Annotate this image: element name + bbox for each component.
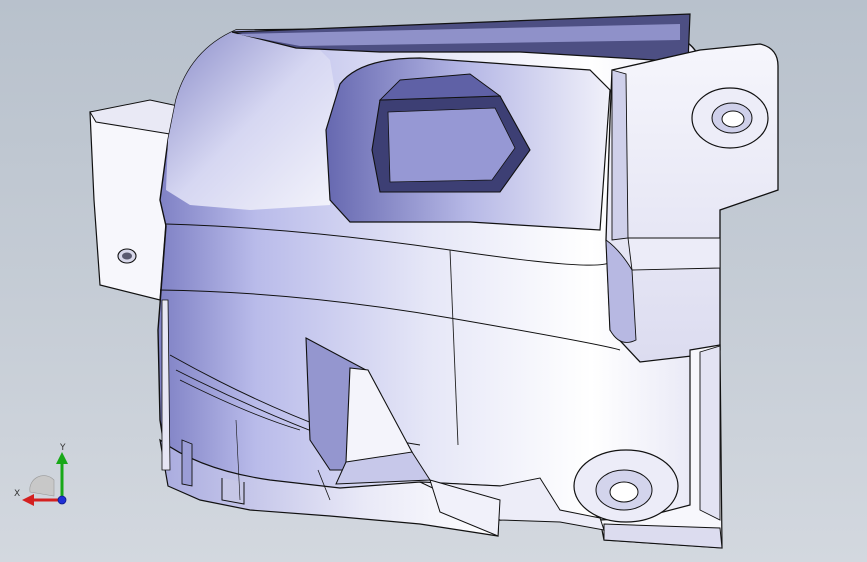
graphics-viewport[interactable]: Y X (0, 0, 867, 562)
lower-mount-hole (609, 481, 639, 503)
right-mounting-flange (605, 43, 779, 363)
y-axis-label: Y (59, 443, 66, 453)
triad-plane-shading (29, 475, 55, 497)
upper-mount-hole (721, 110, 745, 128)
z-axis-dot (57, 495, 67, 505)
coordinate-triad: Y X (14, 443, 68, 506)
x-axis-label: X (14, 489, 20, 499)
recessed-pocket (325, 57, 611, 231)
3d-part-model[interactable] (0, 0, 867, 562)
